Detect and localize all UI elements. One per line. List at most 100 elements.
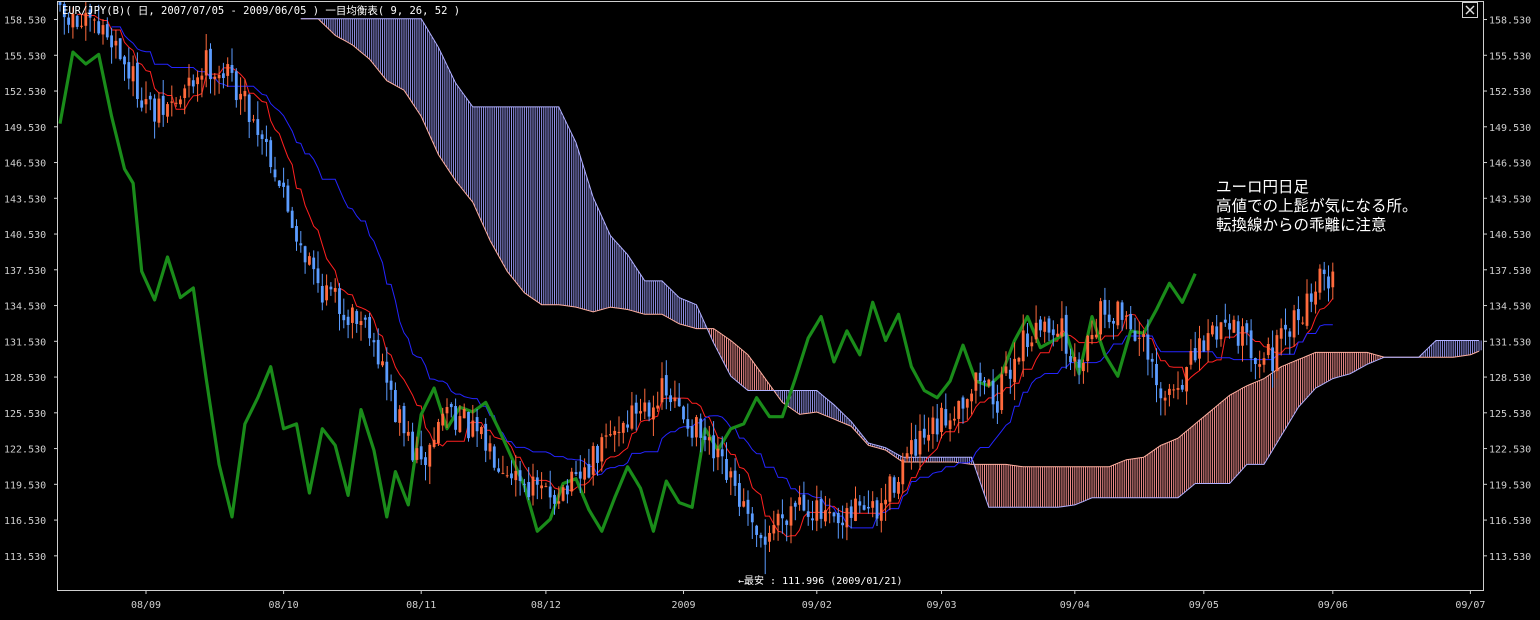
- candle-body: [1301, 322, 1305, 324]
- candle-body: [1275, 335, 1279, 372]
- close-button[interactable]: [1462, 2, 1478, 18]
- candle-body: [209, 48, 212, 80]
- candle-body: [376, 339, 380, 365]
- y-tick-label-left: 143.530: [4, 194, 46, 205]
- candle-body: [445, 407, 449, 414]
- candle-body: [879, 503, 883, 521]
- candle-body: [1284, 324, 1287, 330]
- candle-body: [763, 536, 767, 545]
- candle-body: [1060, 318, 1064, 337]
- candle-body: [836, 512, 840, 524]
- candle-body: [1172, 389, 1176, 391]
- candle-body: [243, 91, 247, 97]
- candle-body: [824, 510, 827, 522]
- candle-body: [815, 500, 819, 521]
- candle-body: [987, 379, 991, 386]
- candle-body: [282, 182, 285, 187]
- candle-body: [789, 506, 793, 526]
- candle-body: [381, 361, 384, 366]
- x-tick-label: 09/04: [1060, 600, 1090, 611]
- candle-body: [1120, 302, 1124, 320]
- candle-body: [273, 169, 277, 178]
- candle-body: [204, 50, 208, 76]
- candle-body: [596, 445, 599, 463]
- candle-body: [1262, 358, 1266, 365]
- candle-body: [441, 413, 445, 426]
- candle-body: [613, 430, 617, 435]
- candle-body: [1206, 333, 1210, 351]
- candle-body: [587, 464, 591, 478]
- candle-body: [256, 119, 260, 135]
- y-tick-label-right: 113.530: [1489, 552, 1531, 563]
- candle-body: [372, 340, 376, 343]
- candle-body: [793, 502, 797, 507]
- candle-body: [875, 500, 879, 519]
- candle-body: [591, 446, 595, 475]
- candle-body: [1077, 359, 1081, 368]
- x-tick-label: 08/12: [531, 600, 561, 611]
- candle-body: [140, 100, 144, 108]
- candle-body: [462, 409, 466, 419]
- candle-body: [656, 405, 660, 409]
- candle-body: [1193, 348, 1197, 361]
- candle-body: [1219, 322, 1223, 340]
- candle-body: [768, 532, 771, 542]
- candle-body: [501, 472, 505, 474]
- candle-body: [514, 470, 518, 481]
- candle-body: [1223, 319, 1227, 323]
- candle-body: [1155, 363, 1158, 386]
- candle-body: [295, 225, 298, 242]
- candle-body: [1013, 358, 1016, 383]
- candle-body: [647, 402, 651, 417]
- candle-body: [1008, 369, 1012, 379]
- candle: [492, 444, 496, 471]
- candle-body: [935, 418, 939, 435]
- candle-body: [600, 437, 604, 462]
- candle-body: [544, 486, 548, 488]
- candle-body: [454, 406, 457, 430]
- candle-body: [1297, 308, 1300, 321]
- candle-body: [363, 317, 367, 320]
- candle-body: [1314, 291, 1317, 305]
- candle-body: [626, 424, 629, 428]
- candle-body: [398, 409, 402, 423]
- candle-body: [1017, 357, 1021, 362]
- candle-body: [1292, 310, 1296, 338]
- candle-body: [776, 513, 780, 526]
- candle-body: [750, 513, 754, 523]
- candle-body: [497, 468, 500, 472]
- candle-body: [888, 476, 892, 502]
- candle-body: [480, 427, 483, 435]
- candle-body: [991, 380, 995, 405]
- candle-body: [742, 501, 746, 507]
- candle-body: [394, 390, 397, 423]
- candle-body: [290, 210, 294, 228]
- candle-body: [527, 482, 531, 498]
- y-tick-label-left: 152.530: [4, 87, 46, 98]
- candle-body: [1030, 342, 1034, 347]
- candle: [1116, 300, 1120, 330]
- candle-body: [252, 119, 255, 121]
- candle-body: [712, 435, 715, 459]
- candle-body: [1254, 358, 1257, 365]
- candle-body: [957, 400, 961, 419]
- candle-body: [123, 56, 126, 65]
- low-price-label: ←最安 : 111.996 (2009/01/21): [738, 574, 903, 587]
- candle-body: [316, 268, 320, 284]
- candle-body: [905, 453, 909, 459]
- y-tick-label-left: 131.530: [4, 337, 46, 348]
- candle-body: [772, 524, 776, 534]
- y-tick-label-left: 137.530: [4, 266, 46, 277]
- candle-body: [948, 420, 952, 430]
- candle-body: [643, 402, 647, 412]
- candle-body: [247, 94, 251, 122]
- candle-body: [1051, 329, 1055, 336]
- candle-body: [226, 64, 230, 76]
- candle-body: [677, 398, 681, 407]
- candle-body: [634, 402, 638, 414]
- candle: [1099, 297, 1102, 341]
- candle: [118, 38, 122, 61]
- candle-body: [1211, 325, 1214, 335]
- annotation-line-3: 転換線からの乖離に注意: [1216, 215, 1387, 234]
- candle-body: [234, 71, 238, 101]
